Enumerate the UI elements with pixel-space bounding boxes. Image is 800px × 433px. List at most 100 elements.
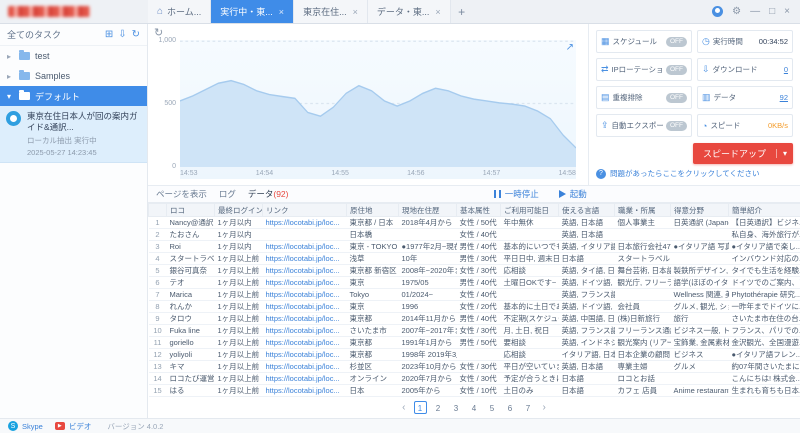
table-row[interactable]: 1 Nancy@通訳 1ヶ月以内 https://locotabi.jp/loc...… [148,216,800,229]
table-cell [670,372,729,385]
import-task-icon[interactable]: ⇩ [118,29,126,40]
column-header[interactable]: リンク [262,203,347,217]
close-tab-icon[interactable]: × [353,7,358,17]
app-tab[interactable]: ⌂ ホーム... [148,0,212,23]
column-header[interactable]: 簡単紹介 [728,203,800,217]
table-row[interactable]: 5 銀谷可真奈 1ヶ月以上前 https://locotabi.jp/loc... 東京… [148,264,800,277]
new-tab-button[interactable]: + [451,0,473,23]
stat-box[interactable]: ▤ 重複排除 OFF [596,86,692,109]
video-link[interactable]: ビデオ [69,421,92,432]
next-page-icon[interactable]: › [540,402,549,413]
profile-icon[interactable] [712,6,724,17]
column-header[interactable]: ご利用可能日 [500,203,559,217]
close-icon[interactable]: × [784,6,790,17]
column-header[interactable]: 得意分野 [670,203,729,217]
page-button[interactable]: 1 [413,401,427,414]
stat-box[interactable]: ▦ スケジュール OFF [596,30,692,53]
page-button[interactable]: 2 [432,401,445,414]
skype-link[interactable]: Skype [22,422,43,431]
column-header[interactable]: 原住地 [346,203,399,217]
close-tab-icon[interactable]: × [279,7,284,17]
table-cell: 生まれも育ちも日本... [728,384,800,397]
table-cell: 1ヶ月以内 [214,240,263,253]
table-row[interactable]: 2 たおさん 1ヶ月以内 日本橋 女性 / 40代 英語, 日本語 私自身、海外旅行が... [148,228,800,241]
page-button[interactable]: 3 [450,401,463,414]
table-cell: スタートラベル [166,252,215,265]
off-toggle[interactable]: OFF [666,64,687,75]
table-row[interactable]: 6 テオ 1ヶ月以上前 https://locotabi.jp/loc... 東京 197… [148,276,800,289]
settings-gear-icon[interactable]: ⚙ [732,6,741,17]
page-button[interactable]: 6 [504,401,517,414]
table-row[interactable]: 7 Marica 1ヶ月以上前 https://locotabi.jp/loc... T… [148,288,800,301]
y-axis: 1,000 500 0 [154,37,176,170]
table-cell: れんか [166,300,215,313]
stat-box[interactable]: ◔ スピード 0KB/s [697,114,793,137]
sidebar-folder[interactable]: ▸ Samples [0,66,147,86]
table-row[interactable]: 15 はる 1ヶ月以上前 https://locotabi.jp/loc... 日本 20… [148,384,800,397]
app-tab[interactable]: データ・東... × [367,0,451,23]
view-tab[interactable]: データ (92) [248,188,289,200]
view-tab[interactable]: ログ [219,188,236,200]
home-icon: ⌂ [157,6,164,17]
row-number: 13 [148,360,167,373]
sidebar-folder[interactable]: ▾ デフォルト [0,86,147,106]
column-header[interactable]: 使える言語 [558,203,615,217]
column-header[interactable]: 現地在住歴 [398,203,457,217]
help-link[interactable]: ? 問題があったらここをクリックしてください [596,168,793,179]
pause-button[interactable]: 一時停止 [493,188,539,200]
table-row[interactable]: 14 ロコたび運営 1ヶ月以上前 https://locotabi.jp/loc...… [148,372,800,385]
task-card[interactable]: 東京在住日本人が回の案内ガイド&通訳... ローカル抽出 実行中 2025-05… [0,106,147,163]
app-tab[interactable]: 実行中・東... × [211,0,295,23]
expand-icon[interactable]: ▾ [7,92,14,101]
stat-box[interactable]: ◷ 実行時間 00:34:52 [697,30,793,53]
table-cell: 英語, 日本語 [558,228,615,241]
refresh-tasks-icon[interactable]: ↻ [132,29,140,40]
app-tab[interactable]: 東京在住... × [294,0,368,23]
table-row[interactable]: 4スタートラベル1ヶ月以上前https://locotabi.jp/loc...… [148,252,800,265]
off-toggle[interactable]: OFF [666,36,687,47]
table-cell: 会社員 [614,300,671,313]
page-button[interactable]: 5 [486,401,499,414]
stat-box[interactable]: ⇪ 自動エクスポート OFF [596,114,692,137]
table-cell: 2007年~2017年ま... [398,324,457,337]
expand-icon[interactable]: ▸ [7,72,14,81]
table-row[interactable]: 8 れんか 1ヶ月以上前 https://locotabi.jp/loc... 東京 19… [148,300,800,313]
minimize-icon[interactable]: — [750,6,760,17]
speed-boost-button[interactable]: スピードアップ ▾ [692,143,793,164]
maximize-icon[interactable]: □ [769,6,775,17]
chevron-down-icon[interactable]: ▾ [775,149,793,158]
prev-page-icon[interactable]: ‹ [399,402,408,413]
column-header[interactable]: 職業・所属 [614,203,671,217]
page-button[interactable]: 4 [468,401,481,414]
expand-icon[interactable]: ▸ [7,52,14,61]
skype-icon[interactable]: S [8,421,18,431]
run-button[interactable]: 起動 [558,188,587,200]
close-tab-icon[interactable]: × [435,7,440,17]
view-tabs: ページを表示 ログ データ (92) [156,188,289,200]
stat-box[interactable]: ▥ データ 92 [697,86,793,109]
off-toggle[interactable]: OFF [666,120,687,131]
video-icon[interactable]: ▶ [54,422,65,430]
table-cell: yoliyoli [166,348,215,361]
page-button[interactable]: 7 [522,401,535,414]
table-cell: 1ヶ月以上前 [214,372,263,385]
sidebar-folder[interactable]: ▸ test [0,46,147,66]
stat-box[interactable]: ⇩ ダウンロード 0 [697,58,793,81]
column-header[interactable]: 最終ログイン [214,203,263,217]
table-row[interactable]: 11 goriello 1ヶ月以上前 https://locotabi.jp/loc.… [148,336,800,349]
off-toggle[interactable]: OFF [666,92,687,103]
column-header[interactable]: ロコ [166,203,215,217]
view-tab[interactable]: ページを表示 [156,188,207,200]
table-row[interactable]: 10 Fuka line 1ヶ月以上前 https://locotabi.jp/loc… [148,324,800,337]
stat-box[interactable]: ⇄ IPローテーション OFF [596,58,692,81]
column-header[interactable]: 基本属性 [456,203,501,217]
table-row[interactable]: 12 yoliyoli 1ヶ月以上前 https://locotabi.jp/loc.… [148,348,800,361]
table-row[interactable]: 13 キマ 1ヶ月以上前 https://locotabi.jp/loc... 杉並区 2… [148,360,800,373]
new-task-icon[interactable]: ⊞ [105,29,113,40]
table-row[interactable]: 3 Roi 1ヶ月以内 https://locotabi.jp/loc... 東京 - … [148,240,800,253]
table-cell: 女性 / 40代 [456,228,501,241]
row-number: 11 [148,336,167,349]
expand-chart-icon[interactable]: ↗ [566,42,574,53]
stats-panel: ▦ スケジュール OFF ◷ 実行時間 00:34:52 ⇄ IPローテーショ … [588,24,800,185]
table-row[interactable]: 9 タロウ 1ヶ月以上前 https://locotabi.jp/loc... 東京都 2… [148,312,800,325]
